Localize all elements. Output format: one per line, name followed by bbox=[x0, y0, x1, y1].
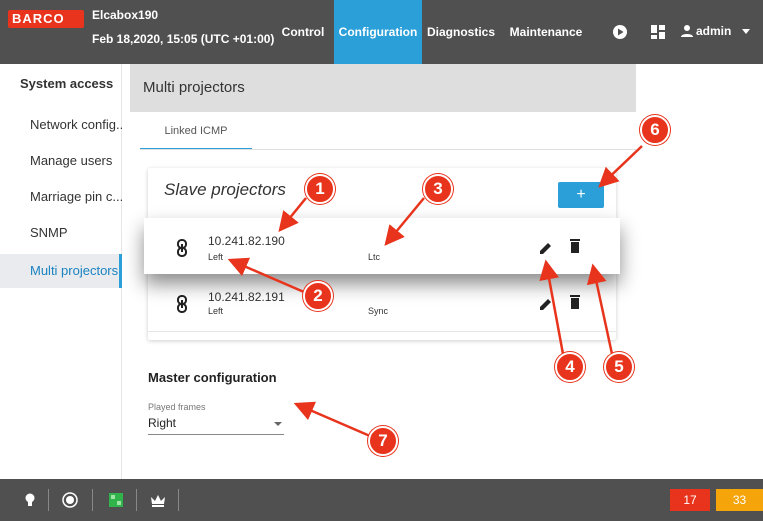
callout-4: 4 bbox=[555, 352, 585, 382]
separator bbox=[48, 489, 49, 511]
sidebar-item-multi-projectors[interactable]: Multi projectors bbox=[0, 254, 122, 288]
slave-projectors-card: Slave projectors + 10.241.82.190 Left Lt… bbox=[144, 168, 620, 340]
test-pattern-icon[interactable] bbox=[108, 492, 124, 508]
tab-diagnostics[interactable]: Diagnostics bbox=[426, 0, 496, 64]
edit-icon[interactable] bbox=[538, 296, 552, 312]
slave-ip: 10.241.82.190 bbox=[208, 234, 285, 248]
warning-count-badge[interactable]: 33 bbox=[716, 489, 763, 511]
separator bbox=[178, 489, 179, 511]
slave-position: Left bbox=[208, 252, 224, 262]
grid-icon[interactable] bbox=[650, 24, 666, 40]
play-icon[interactable] bbox=[612, 24, 628, 40]
sidebar-heading: System access bbox=[20, 76, 114, 91]
device-name: Elcabox190 bbox=[92, 8, 159, 22]
app-root: BARCO Elcabox190 Feb 18,2020, 15:05 (UTC… bbox=[0, 0, 763, 521]
delete-icon[interactable] bbox=[568, 238, 582, 254]
sidebar-item-manage-users[interactable]: Manage users bbox=[0, 146, 122, 176]
barco-logo: BARCO bbox=[8, 10, 84, 28]
played-frames-select[interactable]: Right bbox=[148, 416, 176, 430]
master-config-title: Master configuration bbox=[148, 370, 277, 385]
callout-3: 3 bbox=[423, 174, 453, 204]
slave-sync: Ltc bbox=[368, 252, 381, 262]
caret-down-icon bbox=[742, 29, 750, 34]
sidebar-item-marriage-pin[interactable]: Marriage pin c... bbox=[0, 182, 122, 212]
separator bbox=[92, 489, 93, 511]
tab-maintenance[interactable]: Maintenance bbox=[506, 0, 586, 64]
tab-divider bbox=[140, 149, 636, 150]
page-title: Multi projectors bbox=[130, 64, 636, 112]
status-bar: 17 33 bbox=[0, 479, 763, 521]
link-icon bbox=[177, 239, 187, 257]
callout-6: 6 bbox=[640, 115, 670, 145]
slave-position: Left bbox=[208, 306, 224, 316]
crown-icon[interactable] bbox=[150, 492, 166, 508]
slave-row-1[interactable]: 10.241.82.190 Left Ltc bbox=[144, 218, 620, 274]
slave-ip: 10.241.82.191 bbox=[208, 290, 285, 304]
user-name: admin bbox=[696, 24, 732, 38]
user-icon bbox=[681, 25, 693, 37]
callout-1: 1 bbox=[305, 174, 335, 204]
callout-7: 7 bbox=[368, 426, 398, 456]
select-underline bbox=[148, 434, 284, 435]
slave-sync: Sync bbox=[368, 306, 389, 316]
delete-icon[interactable] bbox=[568, 294, 582, 310]
slave-row-2[interactable]: 10.241.82.191 Left Sync bbox=[148, 278, 616, 332]
error-count-badge[interactable]: 17 bbox=[670, 489, 710, 511]
callout-5: 5 bbox=[604, 352, 634, 382]
sidebar: System access Network config... Manage u… bbox=[0, 64, 122, 479]
top-bar: BARCO Elcabox190 Feb 18,2020, 15:05 (UTC… bbox=[0, 0, 763, 64]
lightbulb-icon[interactable] bbox=[22, 492, 38, 508]
select-caret-icon[interactable] bbox=[274, 422, 282, 426]
sidebar-item-network-config[interactable]: Network config... bbox=[0, 110, 122, 140]
add-slave-button[interactable]: + bbox=[558, 182, 604, 208]
edit-icon[interactable] bbox=[538, 240, 552, 256]
played-frames-label: Played frames bbox=[148, 402, 206, 412]
tab-control[interactable]: Control bbox=[276, 0, 330, 64]
sidebar-item-snmp[interactable]: SNMP bbox=[0, 218, 122, 248]
tab-linked-icmp[interactable]: Linked ICMP bbox=[140, 112, 252, 150]
card-title: Slave projectors bbox=[164, 180, 286, 199]
device-datetime: Feb 18,2020, 15:05 (UTC +01:00) bbox=[92, 32, 275, 46]
tab-configuration[interactable]: Configuration bbox=[334, 0, 422, 64]
link-icon bbox=[177, 295, 187, 313]
separator bbox=[136, 489, 137, 511]
callout-2: 2 bbox=[303, 281, 333, 311]
shutter-icon[interactable] bbox=[62, 492, 78, 508]
